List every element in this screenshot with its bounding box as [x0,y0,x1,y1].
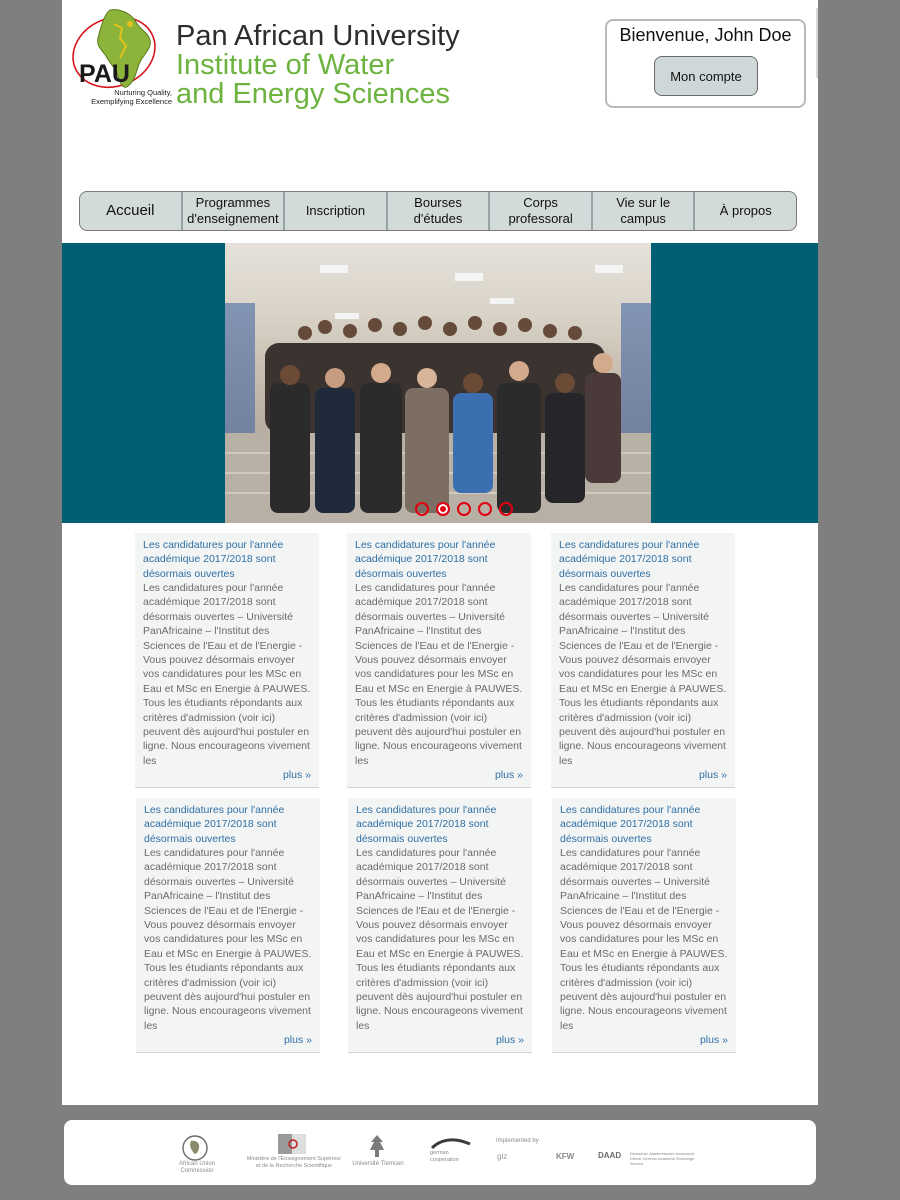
news-card-excerpt: Les candidatures pour l'année académique… [559,581,727,767]
carousel-dot-2[interactable] [436,502,450,516]
side-tab [816,8,818,78]
implemented-by-label: Implemented by [496,1138,539,1144]
news-card-title[interactable]: Les candidatures pour l'année académique… [355,538,523,581]
partner-ministry: Ministère de l'Enseignement Supérieur et… [246,1156,342,1169]
partner-daad: DAAD [598,1151,622,1160]
nav-item-accueil[interactable]: Accueil [80,192,183,230]
main-nav: Accueil Programmes d'enseignement Inscri… [79,191,797,231]
logo-tagline: Nurturing Quality, Exemplifying Excellen… [91,88,172,106]
news-card-excerpt: Les candidatures pour l'année académique… [143,581,311,767]
news-card-title[interactable]: Les candidatures pour l'année académique… [356,803,524,846]
carousel-slide-image[interactable] [225,243,651,523]
partner-kfw: KFW [556,1152,575,1161]
nav-item-vie-campus[interactable]: Vie sur le campus [593,192,696,230]
carousel-dot-4[interactable] [478,502,492,516]
partner-daad-full-name: Deutscher Akademischer Austausch Dienst … [630,1151,695,1166]
welcome-panel: Bienvenue, John Doe Mon compte [605,19,806,108]
partner-tlemcen: Université Tlemcen [352,1161,404,1167]
news-card-excerpt: Les candidatures pour l'année académique… [355,581,523,767]
news-card: Les candidatures pour l'année académique… [347,533,531,788]
hero-banner [62,243,818,523]
news-card-title[interactable]: Les candidatures pour l'année académique… [559,538,727,581]
logo-abbreviation: PAU [79,60,130,88]
tlemcen-university-logo-icon [370,1135,384,1157]
read-more-link[interactable]: plus » [496,1034,524,1046]
carousel-indicators [415,502,513,516]
nav-item-programmes[interactable]: Programmes d'enseignement [183,192,286,230]
news-card-title[interactable]: Les candidatures pour l'année académique… [144,803,312,846]
african-union-logo-icon [182,1135,208,1161]
news-card: Les candidatures pour l'année académique… [551,533,735,788]
carousel-dot-3[interactable] [457,502,471,516]
carousel-dot-5[interactable] [499,502,513,516]
news-card-excerpt: Les candidatures pour l'année académique… [144,846,312,1032]
read-more-link[interactable]: plus » [495,769,523,781]
partner-german-cooperation: german cooperation [430,1150,459,1163]
news-card: Les candidatures pour l'année académique… [348,798,532,1053]
algeria-ministry-logo-icon [278,1134,306,1154]
nav-item-bourses[interactable]: Bourses d'études [388,192,491,230]
nav-item-corps-professoral[interactable]: Corps professoral [490,192,593,230]
page: PAU Nurturing Quality, Exemplifying Exce… [62,0,818,1105]
my-account-button[interactable]: Mon compte [654,56,758,96]
read-more-link[interactable]: plus » [699,769,727,781]
institute-name-line2: and Energy Sciences [176,78,451,110]
nav-item-inscription[interactable]: Inscription [285,192,388,230]
news-card-title[interactable]: Les candidatures pour l'année académique… [560,803,728,846]
read-more-link[interactable]: plus » [284,1034,312,1046]
carousel-dot-1[interactable] [415,502,429,516]
news-card: Les candidatures pour l'année académique… [136,798,320,1053]
news-card-excerpt: Les candidatures pour l'année académique… [356,846,524,1032]
news-card: Les candidatures pour l'année académique… [552,798,736,1053]
news-card-excerpt: Les candidatures pour l'année académique… [560,846,728,1032]
read-more-link[interactable]: plus » [700,1034,728,1046]
site-logo[interactable]: PAU Nurturing Quality, Exemplifying Exce… [70,0,490,115]
group-photo-image [225,265,651,523]
partner-african-union: African Union Commission [178,1161,216,1174]
welcome-greeting: Bienvenue, John Doe [619,25,792,45]
news-card: Les candidatures pour l'année académique… [135,533,319,788]
read-more-link[interactable]: plus » [283,769,311,781]
news-card-title[interactable]: Les candidatures pour l'année académique… [143,538,311,581]
nav-item-a-propos[interactable]: À propos [695,192,796,230]
partners-footer: African Union Commission Ministère de l'… [64,1120,816,1185]
partner-giz: giz [497,1152,508,1161]
